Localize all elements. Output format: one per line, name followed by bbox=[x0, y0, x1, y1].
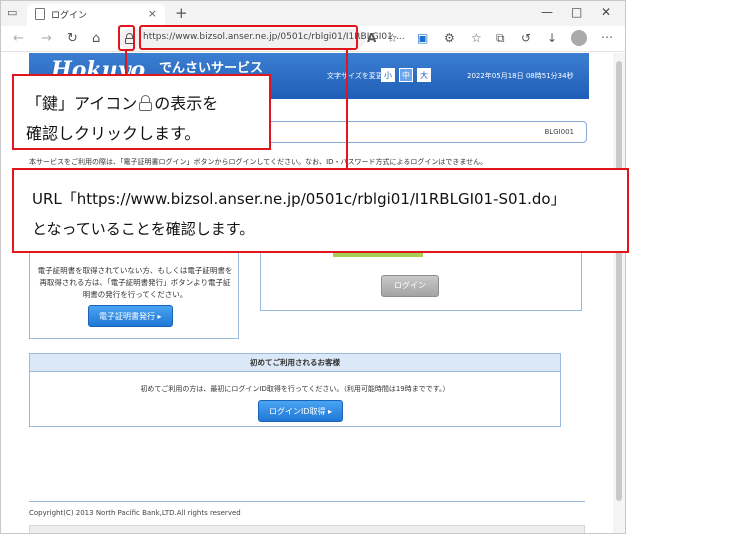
issue-certificate-button[interactable]: 電子証明書発行 ▸ bbox=[88, 305, 173, 327]
lock-callout-text-b: の表示を bbox=[154, 94, 219, 113]
url-callout-line2: となっていることを確認します。 bbox=[32, 220, 255, 238]
login-notice: 本サービスをご利用の際は、「電子証明書ログイン」ボタンからログインしてください。… bbox=[29, 158, 488, 166]
lock-callout: 「鍵」アイコン の表示を 確認しクリックします。 bbox=[12, 74, 271, 150]
lock-callout-text-a: 「鍵」アイコン bbox=[26, 94, 138, 113]
lock-highlight bbox=[118, 25, 135, 51]
close-window-button[interactable]: ✕ bbox=[601, 5, 611, 19]
url-callout-connector bbox=[346, 50, 348, 168]
get-login-id-button[interactable]: ログインID取得 ▸ bbox=[258, 400, 344, 422]
url-highlight bbox=[139, 25, 358, 50]
extensions-icon[interactable]: ⚙ bbox=[444, 31, 455, 45]
font-size-medium-button[interactable]: 中 bbox=[399, 68, 413, 82]
certificate-instructions: 電子証明書を取得されていない方、もしくは電子証明書を再取得される方は、「電子証明… bbox=[37, 266, 233, 299]
footer-bar bbox=[29, 525, 585, 533]
first-time-box: 初めてご利用されるお客様 初めてご利用の方は、最初にログインID取得を行ってくだ… bbox=[29, 353, 561, 427]
page-icon bbox=[35, 8, 45, 20]
tab-strip: ▭ ログイン × + — □ ✕ bbox=[1, 1, 625, 26]
tab-actions-icon[interactable]: ▭ bbox=[7, 6, 21, 20]
font-size-large-button[interactable]: 大 bbox=[417, 68, 431, 82]
lock-callout-line1: 「鍵」アイコン の表示を bbox=[26, 90, 218, 114]
copyright: Copyright(C) 2013 North Pacific Bank,LTD… bbox=[29, 509, 241, 517]
downloads-icon[interactable]: ↓ bbox=[547, 31, 557, 45]
minimize-button[interactable]: — bbox=[541, 5, 553, 19]
url-callout-line1: URL「https://www.bizsol.anser.ne.jp/0501c… bbox=[32, 190, 566, 208]
current-datetime: 2022年05月18日 08時51分34秒 bbox=[467, 72, 574, 80]
history-icon[interactable]: ↺ bbox=[521, 31, 531, 45]
collections-icon[interactable]: ⧉ bbox=[496, 31, 505, 46]
lock-callout-line2: 確認しクリックします。 bbox=[26, 124, 201, 143]
forward-icon[interactable]: → bbox=[41, 31, 52, 46]
tab-login[interactable]: ログイン × bbox=[27, 4, 165, 26]
reload-icon[interactable]: ↻ bbox=[67, 31, 78, 46]
first-time-heading: 初めてご利用されるお客様 bbox=[30, 354, 560, 372]
back-icon[interactable]: ← bbox=[13, 31, 24, 46]
split-screen-icon[interactable]: ▣ bbox=[417, 31, 428, 45]
new-tab-button[interactable]: + bbox=[175, 4, 188, 22]
lock-icon-illustration bbox=[139, 95, 153, 111]
tab-title: ログイン bbox=[51, 11, 88, 21]
login-button[interactable]: ログイン bbox=[381, 275, 439, 297]
favorite-star-icon[interactable]: ☆ bbox=[387, 31, 398, 45]
close-tab-icon[interactable]: × bbox=[148, 7, 157, 20]
first-time-description: 初めてご利用の方は、最初にログインID取得を行ってください。（利用可能時間は19… bbox=[140, 385, 450, 393]
screen-id: BLGI001 bbox=[544, 128, 574, 136]
scrollbar-thumb[interactable] bbox=[616, 61, 622, 501]
home-icon[interactable]: ⌂ bbox=[92, 31, 100, 46]
more-menu-icon[interactable]: ⋯ bbox=[601, 30, 613, 44]
profile-avatar[interactable] bbox=[571, 30, 587, 46]
font-size-label: 文字サイズを変更 bbox=[327, 72, 383, 80]
page-scrollbar[interactable] bbox=[613, 53, 625, 533]
font-size-small-button[interactable]: 小 bbox=[381, 68, 395, 82]
footer-divider bbox=[29, 501, 585, 502]
certificate-panel: 電子証明書を取得されていない方、もしくは電子証明書を再取得される方は、「電子証明… bbox=[29, 239, 239, 339]
url-callout: URL「https://www.bizsol.anser.ne.jp/0501c… bbox=[12, 168, 629, 253]
favorites-icon[interactable]: ☆ bbox=[471, 31, 482, 45]
read-aloud-icon[interactable]: A bbox=[367, 31, 376, 45]
lock-callout-connector bbox=[125, 51, 127, 74]
maximize-button[interactable]: □ bbox=[571, 5, 582, 19]
